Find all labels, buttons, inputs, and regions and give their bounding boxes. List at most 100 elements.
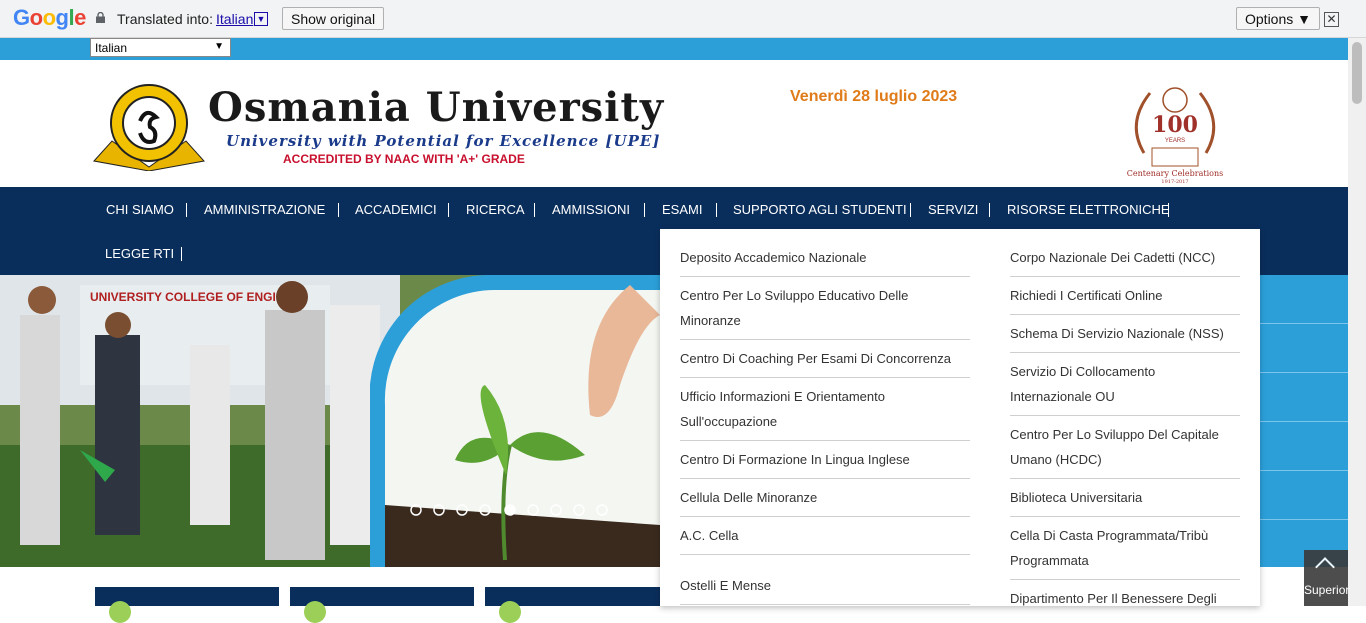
lock-icon — [96, 12, 105, 23]
slider-indicators — [410, 504, 608, 516]
slide-dot-8[interactable] — [573, 504, 585, 516]
dropdown-divider — [680, 478, 970, 479]
current-date: Venerdì 28 luglio 2023 — [790, 88, 958, 105]
banner-sign-text: UNIVERSITY COLLEGE OF ENGI — [90, 290, 276, 304]
centenary-label: Centenary Celebrations — [1127, 169, 1223, 178]
slide-dot-6[interactable] — [527, 504, 539, 516]
scroll-to-top-button[interactable]: Superiore — [1304, 550, 1356, 606]
hero-slide-image: UNIVERSITY COLLEGE OF ENGI — [0, 275, 660, 567]
scrollbar-thumb[interactable] — [1352, 42, 1362, 104]
slide-dot-9[interactable] — [596, 504, 608, 516]
dropdown-divider — [1010, 579, 1240, 580]
nav-separator — [181, 247, 182, 261]
naac-accreditation: ACCREDITED BY NAAC WITH 'A+' GRADE — [283, 152, 525, 166]
slide-dot-4[interactable] — [479, 504, 491, 516]
translated-into-label: Translated into: — [117, 11, 213, 27]
dropdown-divider — [680, 339, 970, 340]
nav-accademici[interactable]: ACCADEMICI — [355, 202, 437, 217]
quicklinks-divider — [1260, 470, 1348, 471]
dropdown-item[interactable]: Centro Per Lo Sviluppo Educativo Delle M… — [680, 283, 970, 333]
slide-dot-1[interactable] — [410, 504, 422, 516]
dropdown-item[interactable]: Servizio Di Collocamento Internazionale … — [1010, 359, 1240, 409]
dropdown-item[interactable]: Dipartimento Per Il Benessere Degli — [1010, 586, 1240, 611]
dropdown-divider — [1010, 478, 1240, 479]
university-seal-logo[interactable] — [92, 81, 206, 171]
options-button[interactable]: Options ▼ — [1236, 7, 1320, 30]
dropdown-item[interactable]: Cella Di Casta Programmata/Tribù Program… — [1010, 523, 1240, 573]
tile-icon — [499, 601, 521, 623]
language-select-value: Italian — [95, 41, 128, 55]
dropdown-item[interactable]: Richiedi I Certificati Online — [1010, 283, 1240, 308]
centenary-number: 100 — [1152, 112, 1198, 138]
nav-legge-rti[interactable]: LEGGE RTI — [105, 246, 174, 261]
dropdown-divider — [1010, 276, 1240, 277]
dropdown-item[interactable]: Ostelli E Mense — [680, 573, 970, 598]
dropdown-divider — [1010, 352, 1240, 353]
translate-bar: Google Translated into: Italian ▼ Show o… — [0, 0, 1366, 38]
dropdown-divider — [680, 516, 970, 517]
show-original-button[interactable]: Show original — [282, 7, 385, 30]
google-logo[interactable]: Google — [13, 5, 86, 31]
dropdown-item[interactable]: Ufficio Informazioni E Orientamento Sull… — [680, 384, 970, 434]
dropdown-item[interactable]: Centro Per Lo Sviluppo Del Capitale Uman… — [1010, 422, 1240, 472]
centenary-logo: 100 YEARS Centenary Celebrations 1917-20… — [1127, 87, 1223, 184]
page-scrollbar[interactable] — [1348, 38, 1366, 606]
slide-dot-2[interactable] — [433, 504, 445, 516]
dropdown-item[interactable]: Centro Di Formazione In Lingua Inglese — [680, 447, 970, 472]
quick-tile[interactable] — [485, 587, 669, 623]
nav-ammissioni[interactable]: AMMISSIONI — [552, 202, 630, 217]
centenary-years: YEARS — [1165, 138, 1185, 144]
nav-separator — [338, 203, 339, 217]
quick-tile[interactable] — [290, 587, 474, 623]
language-dropdown-icon[interactable]: ▼ — [254, 12, 268, 26]
university-name: Osmania University — [208, 84, 665, 131]
dropdown-item[interactable]: Centro Di Coaching Per Esami Di Concorre… — [680, 346, 970, 371]
dropdown-divider — [1010, 415, 1240, 416]
dropdown-item[interactable]: A.C. Cella — [680, 523, 970, 548]
nav-separator — [644, 203, 645, 217]
chevron-down-icon: ▼ — [214, 41, 224, 52]
slide-dot-5-active[interactable] — [504, 504, 516, 516]
tile-icon — [304, 601, 326, 623]
dropdown-divider — [1010, 516, 1240, 517]
servizi-dropdown-menu: Deposito Accademico Nazionale Centro Per… — [660, 229, 1260, 606]
quicklinks-divider — [1260, 421, 1348, 422]
nav-ricerca[interactable]: RICERCA — [466, 202, 525, 217]
close-icon[interactable]: ✕ — [1324, 12, 1339, 27]
quicklinks-divider — [1260, 323, 1348, 324]
site-header: Osmania University University with Poten… — [0, 60, 1348, 187]
chevron-up-icon — [1315, 557, 1335, 577]
nav-servizi[interactable]: SERVIZI — [928, 202, 978, 217]
dropdown-item[interactable]: Biblioteca Universitaria — [1010, 485, 1240, 510]
quicklinks-divider — [1260, 519, 1348, 520]
slide-dot-7[interactable] — [550, 504, 562, 516]
nav-separator — [989, 203, 990, 217]
nav-esami[interactable]: ESAMI — [662, 202, 702, 217]
nav-separator — [534, 203, 535, 217]
dropdown-divider — [680, 276, 970, 277]
nav-supporto-agli-studenti[interactable]: SUPPORTO AGLI STUDENTI — [733, 202, 907, 217]
university-tagline: University with Potential for Excellence… — [226, 132, 661, 150]
nav-amministrazione[interactable]: AMMINISTRAZIONE — [204, 202, 325, 217]
dropdown-item[interactable]: Deposito Accademico Nazionale — [680, 245, 970, 270]
tile-icon — [109, 601, 131, 623]
dropdown-item[interactable]: Schema Di Servizio Nazionale (NSS) — [1010, 321, 1240, 346]
dropdown-item[interactable]: Cellula Delle Minoranze — [680, 485, 970, 510]
dropdown-divider — [680, 604, 970, 605]
nav-risorse-elettroniche[interactable]: RISORSE ELETTRONICHE — [1007, 202, 1170, 217]
dropdown-item[interactable]: Corpo Nazionale Dei Cadetti (NCC) — [1010, 245, 1240, 270]
quick-tile[interactable] — [95, 587, 279, 623]
nav-separator — [448, 203, 449, 217]
nav-separator — [716, 203, 717, 217]
nav-separator — [186, 203, 187, 217]
hero-slider: UNIVERSITY COLLEGE OF ENGI — [0, 275, 660, 567]
dropdown-divider — [680, 440, 970, 441]
dropdown-divider — [1010, 314, 1240, 315]
nav-chi-siamo[interactable]: CHI SIAMO — [106, 202, 174, 217]
dropdown-divider — [680, 554, 970, 555]
slide-dot-3[interactable] — [456, 504, 468, 516]
language-select[interactable]: Italian ▼ — [90, 38, 231, 57]
dropdown-divider — [680, 377, 970, 378]
centenary-range: 1917-2017 — [1161, 179, 1188, 184]
translated-language-link[interactable]: Italian — [216, 11, 253, 27]
